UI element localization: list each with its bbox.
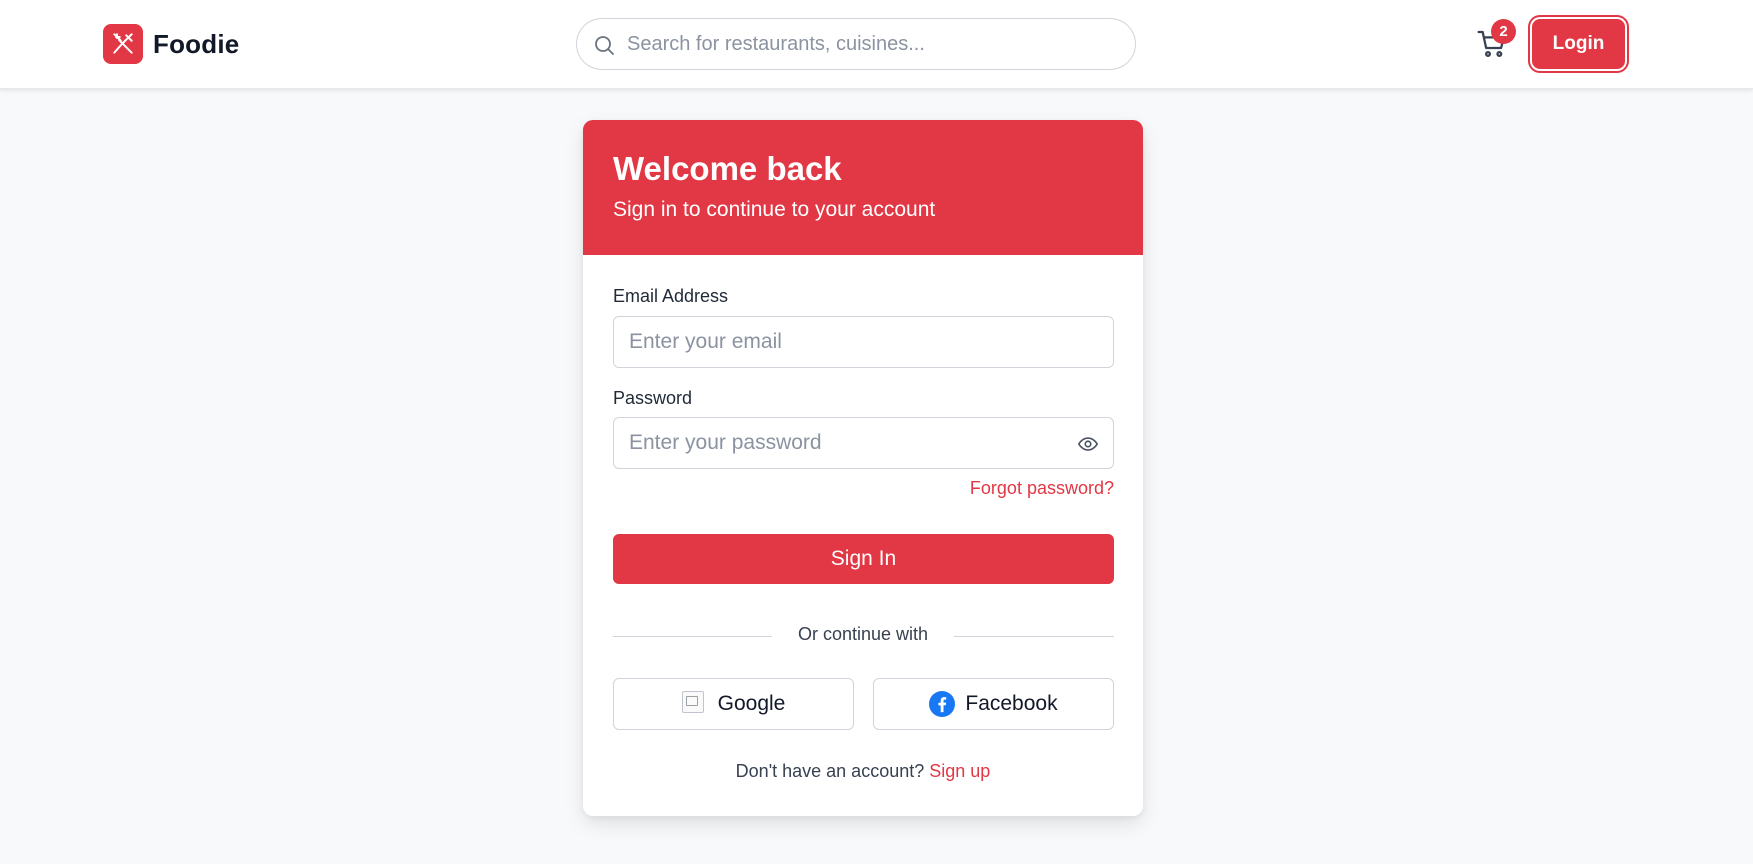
login-card-header: Welcome back Sign in to continue to your…	[583, 120, 1143, 255]
forgot-password-link[interactable]: Forgot password?	[970, 478, 1114, 499]
email-label: Email Address	[613, 286, 729, 306]
login-card: Welcome back Sign in to continue to your…	[583, 120, 1143, 816]
signup-link[interactable]: Sign up	[929, 761, 990, 781]
facebook-login-button[interactable]: Facebook	[873, 678, 1114, 730]
signup-prompt: Don't have an account?	[735, 761, 925, 781]
cart-count-badge: 2	[1491, 19, 1516, 44]
google-login-button[interactable]: Google	[613, 678, 854, 730]
login-button[interactable]: Login	[1532, 19, 1625, 69]
facebook-icon	[929, 691, 956, 717]
eye-icon[interactable]	[1077, 433, 1099, 455]
utensils-icon	[103, 24, 143, 64]
sign-in-button[interactable]: Sign In	[613, 534, 1114, 584]
search-icon	[595, 36, 614, 55]
search-input[interactable]	[627, 19, 1122, 69]
brand-name: Foodie	[153, 28, 240, 59]
google-label: Google	[717, 692, 786, 715]
brand[interactable]: Foodie	[103, 24, 239, 64]
password-label: Password	[613, 388, 693, 408]
page-title: Welcome back	[613, 150, 842, 187]
divider-text: Or continue with	[797, 624, 929, 644]
signup-row: Don't have an account? Sign up	[583, 761, 1143, 782]
facebook-label: Facebook	[965, 692, 1058, 715]
google-icon	[681, 691, 708, 717]
email-field[interactable]	[629, 317, 1069, 367]
search-bar[interactable]	[576, 18, 1136, 70]
email-field-wrapper[interactable]	[613, 316, 1114, 368]
password-field-wrapper[interactable]	[613, 417, 1114, 469]
top-navbar: Foodie 2 Login	[0, 0, 1753, 89]
page-subtitle: Sign in to continue to your account	[613, 198, 936, 221]
password-field[interactable]	[629, 418, 1069, 468]
